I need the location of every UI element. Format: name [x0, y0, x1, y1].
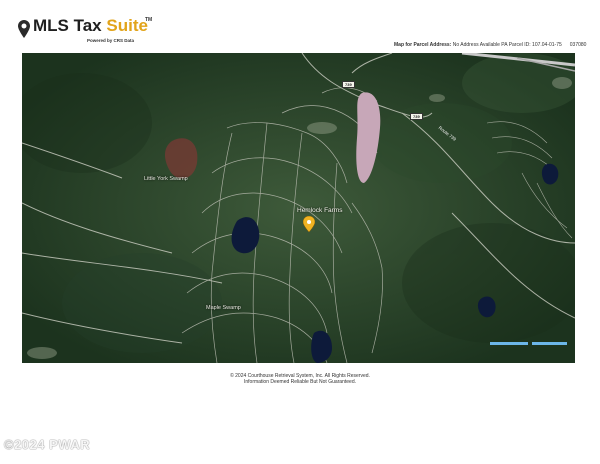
parcel-code: 037080 [569, 42, 587, 48]
logo-wordmark: MLS Tax Suite [33, 16, 148, 36]
route-739-shield-east: 739 [410, 113, 423, 120]
trademark-mark: TM [145, 17, 153, 23]
hemlock-farms-label: Hemlock Farms [297, 207, 343, 214]
location-marker-icon[interactable] [303, 216, 315, 232]
scale-bar-segment-2 [532, 342, 567, 345]
parcel-address-detail: No Address Available PA Parcel ID: 107.0… [451, 42, 562, 48]
maple-swamp-label: Maple Swamp [206, 305, 241, 311]
pwar-watermark: ©2024 PWAR [4, 437, 91, 452]
scale-bar-segment-1 [490, 342, 528, 345]
logo-accent-text: Suite [106, 16, 148, 35]
route-739-shield-north: 739 [342, 81, 355, 88]
little-york-swamp-label: Little York Swamp [144, 176, 188, 182]
powered-by-text: Powered by CRS Data [87, 38, 135, 43]
copyright-line-2: Information Deemed Reliable But Not Guar… [243, 379, 356, 385]
lake-right [541, 163, 559, 185]
logo-main-text: MLS Tax [33, 16, 107, 35]
aerial-map[interactable]: Little York Swamp Hemlock Farms Maple Sw… [22, 53, 575, 363]
parcel-address-line: Map for Parcel Address: No Address Avail… [394, 42, 586, 48]
map-pin-icon [18, 20, 30, 38]
parcel-address-prefix: Map for Parcel Address: [394, 42, 452, 48]
